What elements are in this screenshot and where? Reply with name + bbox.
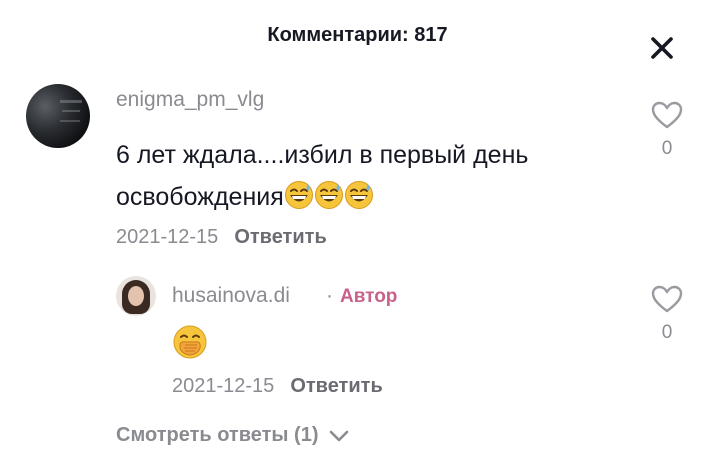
hand-over-mouth-emoji (172, 324, 208, 365)
view-replies-button[interactable]: Смотреть ответы (1) (116, 424, 350, 447)
like-control: 0 (647, 100, 687, 160)
avatar[interactable] (26, 84, 90, 148)
comment-date: 2021-12-15 (116, 226, 219, 248)
grinning-sweat-emoji (344, 180, 374, 223)
reply-button[interactable]: Ответить (290, 375, 382, 397)
like-control: 0 (647, 284, 687, 344)
close-icon (651, 37, 673, 59)
avatar[interactable] (116, 276, 156, 316)
heart-icon[interactable] (650, 284, 684, 314)
avatar-detail (62, 110, 80, 112)
author-badge: Автор (340, 286, 398, 307)
like-count: 0 (661, 138, 673, 159)
separator-dot: · (326, 284, 333, 307)
chevron-down-icon (329, 430, 349, 442)
reply-meta: 2021-12-15 Ответить (172, 375, 383, 398)
comment-username[interactable]: enigma_pm_vlg (116, 88, 264, 112)
like-count: 0 (661, 322, 673, 343)
reply-username[interactable]: husainova.di (172, 284, 290, 308)
avatar-detail (60, 100, 82, 103)
grinning-sweat-emoji (284, 180, 314, 223)
close-button[interactable] (648, 34, 676, 62)
avatar-detail (128, 286, 144, 306)
reply-button[interactable]: Ответить (234, 226, 326, 248)
comment-meta: 2021-12-15 Ответить (116, 226, 327, 249)
comment-text: 6 лет ждала....избил в первый день освоб… (116, 134, 626, 223)
reply-date: 2021-12-15 (172, 375, 275, 397)
avatar-detail (60, 120, 80, 122)
heart-icon[interactable] (650, 100, 684, 130)
grinning-sweat-emoji (314, 180, 344, 223)
comments-header-title: Комментарии: 817 (267, 24, 448, 46)
view-replies-label: Смотреть ответы (1) (116, 424, 319, 446)
